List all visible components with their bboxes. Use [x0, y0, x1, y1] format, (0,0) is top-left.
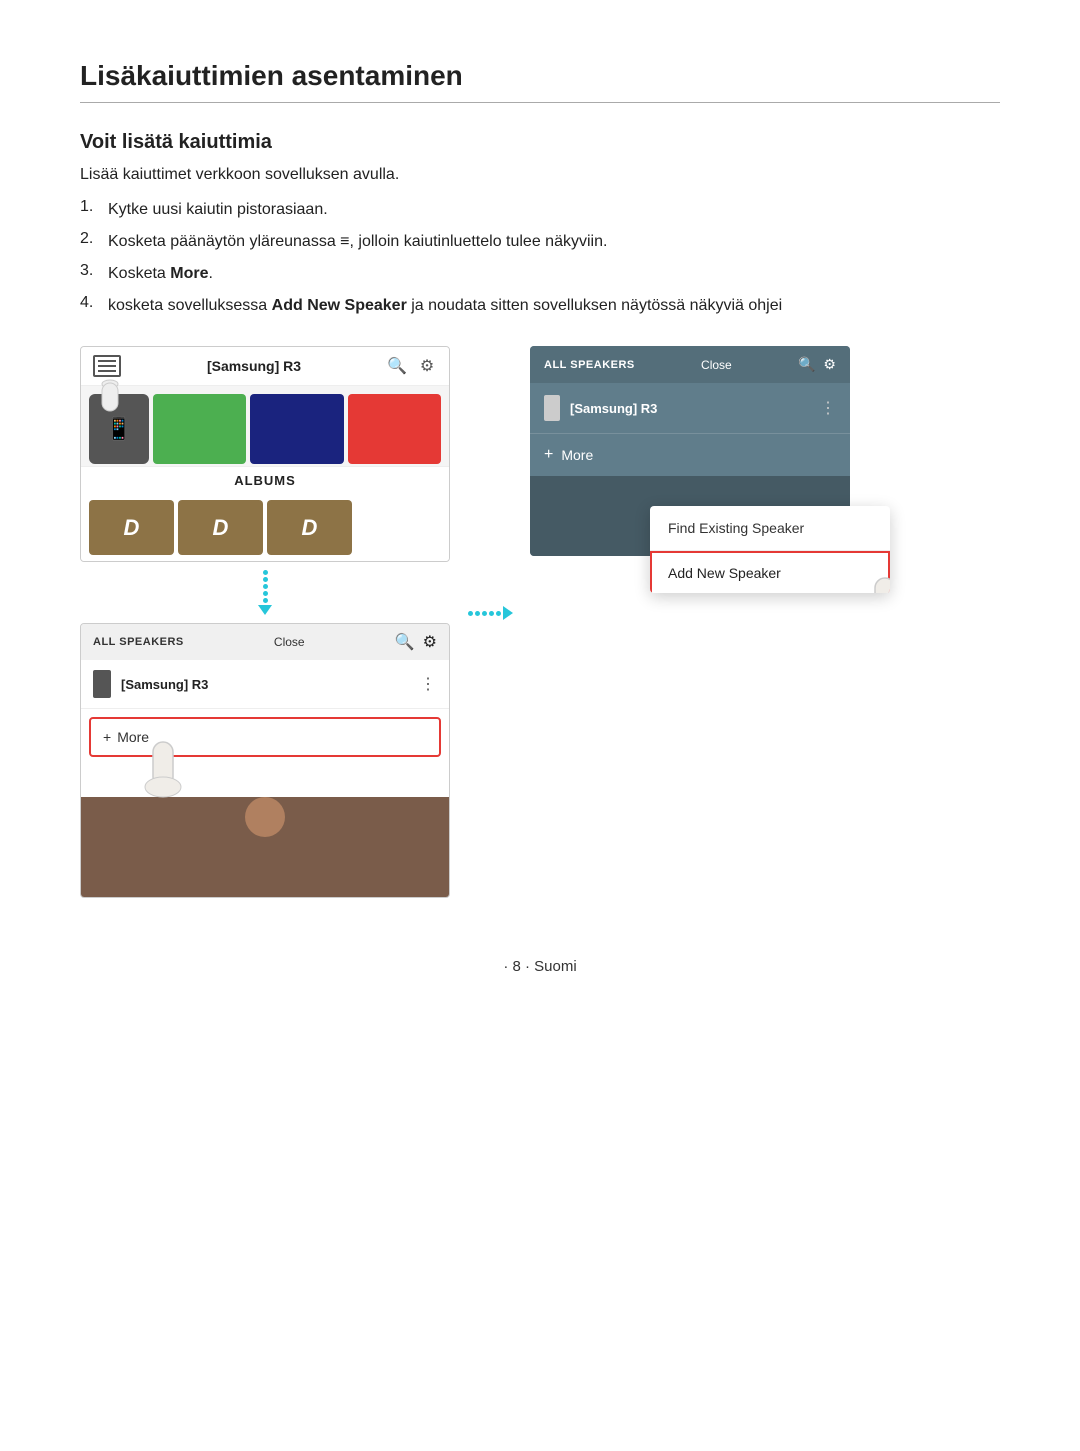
albums-label: ALBUMS [81, 466, 449, 494]
app-header-icons: 🔍 ⚙ [387, 356, 437, 376]
right-settings-icon[interactable]: ⚙ [823, 356, 836, 373]
speakers-header-icons: 🔍 ⚙ [395, 632, 437, 652]
step3-bold: More [170, 265, 208, 282]
step-4: 4. kosketa sovelluksessa Add New Speaker… [80, 294, 1000, 318]
color-block-red [348, 394, 441, 464]
right-more-label: More [561, 447, 593, 463]
find-existing-item[interactable]: Find Existing Speaker [650, 506, 890, 551]
app-screen-bottom: ALL SPEAKERS Close 🔍 ⚙ [Samsung] R3 ⋮ + … [80, 623, 450, 898]
album-thumb-1: D [89, 500, 174, 555]
right-speakers-title: ALL SPEAKERS [544, 359, 635, 371]
speaker-more-icon[interactable]: ⋮ [420, 674, 437, 694]
right-close-btn[interactable]: Close [701, 358, 732, 372]
color-block-green [153, 394, 246, 464]
step-1: 1. Kytke uusi kaiutin pistorasiaan. [80, 198, 1000, 222]
step-3: 3. Kosketa More. [80, 262, 1000, 286]
speaker-row: [Samsung] R3 ⋮ [81, 660, 449, 709]
dotted-arrow-right [468, 606, 513, 620]
step-num-4: 4. [80, 294, 102, 318]
intro-text: Lisää kaiuttimet verkkoon sovelluksen av… [80, 166, 1000, 184]
step-num-1: 1. [80, 198, 102, 222]
color-block-dark [250, 394, 343, 464]
speakers-close-btn[interactable]: Close [274, 635, 305, 649]
right-search-icon[interactable]: 🔍 [798, 356, 815, 373]
illustrations: [Samsung] R3 🔍 ⚙ 📱 ALBUMS D [80, 346, 1000, 898]
add-new-speaker-label: Add New Speaker [668, 565, 781, 581]
add-new-speaker-item[interactable]: Add New Speaker [650, 551, 890, 593]
speakers-header: ALL SPEAKERS Close 🔍 ⚙ [81, 624, 449, 660]
popup-menu: Find Existing Speaker Add New Speaker [650, 506, 890, 593]
steps-list: 1. Kytke uusi kaiutin pistorasiaan. 2. K… [80, 198, 1000, 318]
step-2: 2. Kosketa päänäytön yläreunassa ≡, joll… [80, 230, 1000, 254]
app-header-title: [Samsung] R3 [207, 358, 301, 374]
finger-hamburger-icon [85, 369, 140, 424]
step-text-1: Kytke uusi kaiutin pistorasiaan. [108, 198, 328, 222]
arrow-down [258, 562, 272, 623]
speakers-search-icon[interactable]: 🔍 [395, 632, 415, 652]
finger-more-icon [131, 737, 196, 807]
app-screen-top: [Samsung] R3 🔍 ⚙ 📱 ALBUMS D [80, 346, 450, 562]
right-plus-icon: + [544, 446, 553, 464]
right-speaker-device-icon [544, 395, 560, 421]
speaker-device-icon [93, 670, 111, 698]
page-title: Lisäkaiuttimien asentaminen [80, 60, 1000, 103]
step-text-3: Kosketa More. [108, 262, 213, 286]
arrow-right-container [460, 346, 520, 620]
search-icon[interactable]: 🔍 [387, 356, 407, 376]
arrow-head-down [258, 605, 272, 615]
left-phone-column: [Samsung] R3 🔍 ⚙ 📱 ALBUMS D [80, 346, 450, 898]
speakers-settings-icon[interactable]: ⚙ [423, 632, 437, 652]
page-number: · 8 · Suomi [80, 958, 1000, 975]
step-num-3: 3. [80, 262, 102, 286]
step4-bold: Add New Speaker [272, 297, 407, 314]
right-header-icons: 🔍 ⚙ [798, 356, 836, 373]
settings-icon[interactable]: ⚙ [417, 356, 437, 376]
album-thumb-2: D [178, 500, 263, 555]
right-speaker-more-icon[interactable]: ⋮ [820, 398, 836, 418]
bottom-dark-area [81, 797, 449, 897]
right-panel: ALL SPEAKERS Close 🔍 ⚙ [Samsung] R3 ⋮ + … [530, 346, 880, 556]
album-thumb-3: D [267, 500, 352, 555]
plus-icon: + [103, 729, 111, 745]
album-thumbs: D D D [81, 494, 449, 561]
right-speakers-header: ALL SPEAKERS Close 🔍 ⚙ [530, 346, 850, 383]
more-row-wrapper: + More [81, 717, 449, 757]
step-num-2: 2. [80, 230, 102, 254]
step-text-2: Kosketa päänäytön yläreunassa ≡, jolloin… [108, 230, 607, 254]
arrow-head-right [503, 606, 513, 620]
speaker-name: [Samsung] R3 [121, 677, 410, 692]
right-speaker-name: [Samsung] R3 [570, 401, 810, 416]
speakers-header-title: ALL SPEAKERS [93, 636, 184, 648]
dark-decoration [245, 797, 285, 837]
section-title: Voit lisätä kaiuttimia [80, 131, 1000, 154]
right-more-row[interactable]: + More [530, 434, 850, 476]
dotted-arrow-down [258, 570, 272, 615]
step-text-4: kosketa sovelluksessa Add New Speaker ja… [108, 294, 782, 318]
finger-add-speaker-icon [853, 573, 890, 593]
right-speaker-row: [Samsung] R3 ⋮ [530, 383, 850, 434]
